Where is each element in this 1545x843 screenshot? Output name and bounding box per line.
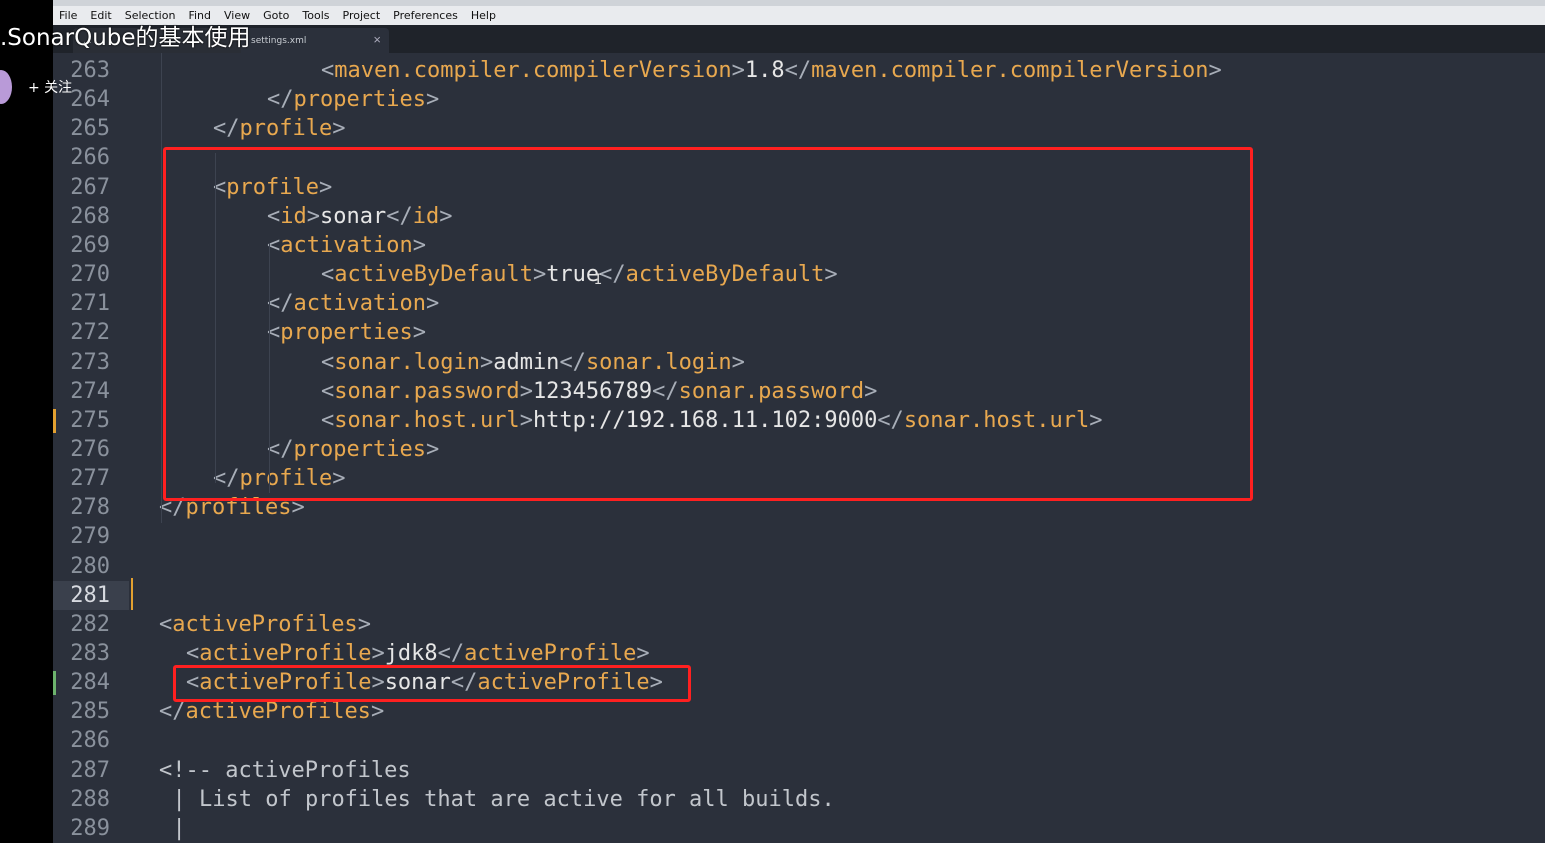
code-line: 281: [53, 581, 1545, 610]
tab-settings-xml[interactable]: settings.xml ×: [241, 28, 389, 53]
token: >: [636, 641, 650, 666]
token: >: [357, 611, 371, 637]
token: <: [321, 58, 335, 83]
token: activeProfile: [464, 641, 637, 666]
line-number: 280: [70, 553, 110, 579]
line-number: 283: [70, 641, 110, 666]
token: <!-- activeProfiles: [159, 757, 411, 783]
code-text: </properties>: [267, 85, 439, 114]
line-number: 282: [70, 611, 110, 637]
line-number: 281: [70, 582, 110, 608]
line-number: 289: [70, 815, 110, 841]
line-number: 265: [70, 116, 110, 142]
token: <: [159, 611, 173, 637]
token: profile: [239, 116, 333, 142]
token: activeProfile: [199, 641, 372, 666]
token: |: [172, 815, 186, 841]
token: >: [425, 87, 440, 113]
code-text: <!-- activeProfiles: [159, 756, 411, 785]
code-text: </profile>: [213, 114, 345, 143]
line-number: 271: [70, 291, 110, 317]
token: maven.compiler.compilerVersion: [811, 58, 1209, 83]
code-line: 283 <activeProfile>jdk8</activeProfile>: [53, 639, 1545, 668]
line-number: 285: [70, 699, 110, 725]
tab-bar: ... settings.xml ×: [53, 25, 1545, 53]
tab-label: settings.xml: [251, 36, 307, 46]
menu-item-goto[interactable]: Goto: [257, 9, 296, 22]
added-line-marker: [53, 671, 56, 696]
line-number: 267: [70, 174, 110, 200]
line-number: 275: [70, 407, 110, 433]
code-text: | List of profiles that are active for a…: [173, 785, 835, 814]
video-title: .SonarQube的基本使用: [0, 25, 251, 51]
line-number: 269: [70, 232, 110, 258]
token: >: [1208, 58, 1222, 83]
token: >: [731, 58, 745, 83]
token: jdk8: [384, 641, 438, 666]
line-number: 279: [70, 524, 110, 550]
code-line: 264 </properties>: [53, 85, 1545, 114]
line-number: 266: [70, 145, 110, 171]
line-number: 277: [70, 466, 110, 492]
line-number: 278: [70, 495, 110, 521]
menu-item-preferences[interactable]: Preferences: [387, 9, 465, 22]
code-line: 288 | List of profiles that are active fo…: [53, 785, 1545, 814]
code-line: 282 <activeProfiles>: [53, 610, 1545, 639]
line-number: 274: [70, 378, 110, 404]
text-cursor: [131, 578, 133, 610]
line-number: 288: [70, 786, 110, 812]
code-line: 289 |: [53, 814, 1545, 843]
code-line: 286: [53, 726, 1545, 755]
token: </: [213, 116, 240, 142]
line-number: 268: [70, 203, 110, 229]
code-line: 263 <maven.compiler.compilerVersion>1.8</…: [53, 56, 1545, 85]
code-text: |: [173, 814, 186, 843]
line-number: 284: [70, 670, 110, 696]
code-text: <activeProfiles>: [159, 610, 371, 639]
token: >: [332, 116, 346, 142]
highlight-box-active-profile: [173, 665, 691, 702]
close-icon[interactable]: ×: [373, 32, 381, 47]
code-line: 265 </profile>: [53, 114, 1545, 143]
token: 1.8: [744, 58, 785, 83]
indent-guide: [161, 53, 162, 523]
token: activeProfiles: [185, 699, 371, 725]
line-number: 270: [70, 262, 110, 288]
follow-button[interactable]: + 关注: [28, 77, 72, 97]
token: </: [267, 87, 294, 113]
code-line: 279: [53, 522, 1545, 551]
token: activeProfiles: [172, 611, 358, 637]
token: maven.compiler.compilerVersion: [334, 58, 732, 83]
token: >: [370, 699, 385, 725]
code-line: 280: [53, 552, 1545, 581]
token: properties: [293, 87, 426, 113]
code-line: 287 <!-- activeProfiles: [53, 756, 1545, 785]
token: <: [186, 641, 200, 666]
token: </: [437, 641, 465, 666]
highlight-box-profile: [163, 147, 1253, 501]
code-text: <activeProfile>jdk8</activeProfile>: [186, 639, 650, 668]
menu-item-tools[interactable]: Tools: [296, 9, 336, 22]
modified-line-marker: [53, 408, 56, 433]
menu-item-help[interactable]: Help: [465, 9, 503, 22]
token: >: [371, 641, 385, 666]
video-left-strip: [0, 0, 53, 843]
token: | List of profiles that are active for a…: [172, 786, 835, 812]
menu-item-project[interactable]: Project: [337, 9, 388, 22]
line-number: 286: [70, 728, 110, 754]
line-number: 287: [70, 757, 110, 783]
code-text: <maven.compiler.compilerVersion>1.8</mav…: [321, 56, 1222, 85]
menu-bar: File Edit Selection Find View Goto Tools Projec…: [53, 6, 1545, 25]
token: </: [784, 58, 812, 83]
token: </: [159, 699, 186, 725]
mouse-cursor-icon: I: [594, 272, 603, 288]
line-number: 276: [70, 436, 110, 462]
line-number: 273: [70, 349, 110, 375]
line-number: 272: [70, 320, 110, 346]
